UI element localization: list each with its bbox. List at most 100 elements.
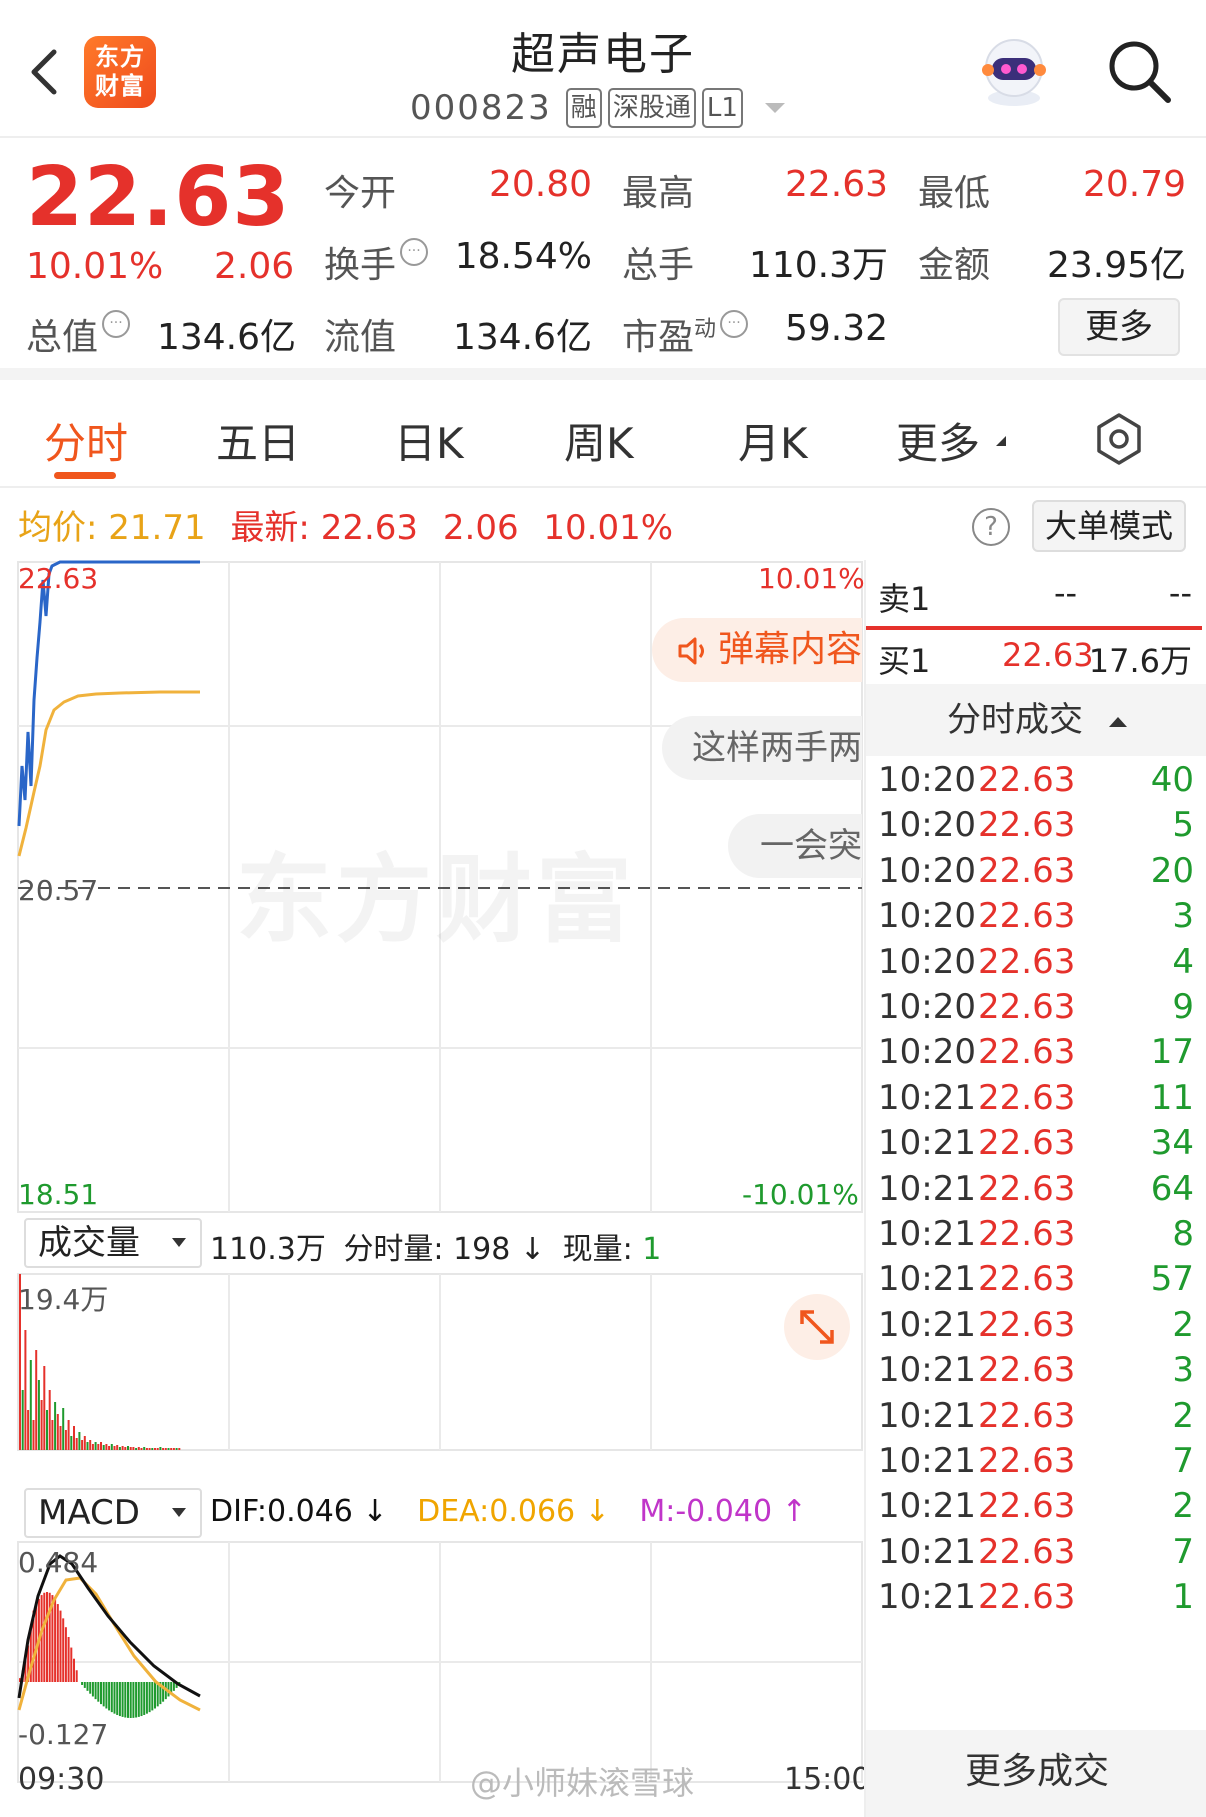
volume-bar: [172, 1448, 175, 1450]
macd-bar: [116, 1682, 119, 1715]
tab-intraday[interactable]: 分时: [44, 410, 128, 471]
settings-button[interactable]: [1092, 412, 1146, 466]
tab-weekly-k[interactable]: 周K: [564, 410, 634, 471]
volume-bar: [67, 1420, 70, 1450]
macd-bar: [73, 1658, 75, 1682]
turnover-label[interactable]: 换手 ···: [324, 236, 429, 288]
latest-price: 22.63: [320, 508, 419, 548]
volume-bar: [143, 1447, 146, 1450]
tab-monthly-k[interactable]: 月K: [738, 410, 808, 471]
trade-price: 22.63: [978, 1259, 1076, 1300]
active-tab-indicator: [54, 472, 116, 479]
volume-bar: [43, 1366, 46, 1450]
low-label: 最低: [918, 173, 991, 214]
search-icon: [1109, 41, 1171, 103]
tab-daily-k[interactable]: 日K: [394, 410, 464, 471]
trade-price: 22.63: [978, 1441, 1076, 1481]
trade-volume: 34: [1150, 1123, 1194, 1164]
more-quote-button[interactable]: 更多: [1058, 298, 1180, 356]
open-label: 今开: [324, 173, 397, 214]
trade-row: 10:20 22.63 17: [878, 1032, 1206, 1084]
macd-bar: [46, 1592, 48, 1682]
trade-time: 10:20: [878, 850, 976, 891]
danmu-toggle[interactable]: 弹幕内容: [652, 618, 862, 682]
weibo-watermark: @小师妹滚雪球: [470, 1764, 695, 1802]
macd-bar: [113, 1682, 116, 1714]
trade-time: 10:21: [878, 1350, 976, 1391]
volume-bar: [116, 1445, 119, 1450]
trade-row: 10:21 22.63 3: [878, 1350, 1206, 1402]
macd-bar: [110, 1682, 113, 1713]
pe-label[interactable]: 市盈动 ···: [622, 308, 749, 360]
indicator-select-macd[interactable]: MACD: [24, 1488, 202, 1538]
market-cap-label[interactable]: 总值 ···: [26, 308, 131, 360]
expand-icon: [800, 1310, 834, 1344]
gear-icon: [1097, 413, 1141, 465]
macd-bar: [56, 1604, 59, 1682]
latest-change-pct: 10.01%: [543, 508, 674, 548]
trade-volume: 57: [1150, 1259, 1194, 1300]
trade-price: 22.63: [978, 1531, 1076, 1572]
trade-price: 22.63: [978, 1577, 1076, 1618]
trade-row: 10:21 22.63 7: [878, 1532, 1206, 1584]
trade-row: 10:20 22.63 3: [878, 896, 1206, 948]
more-info-icon[interactable]: ···: [400, 238, 429, 266]
caret-down-icon[interactable]: [764, 103, 785, 113]
expand-button[interactable]: [784, 1294, 850, 1360]
pe-value: 59.32: [784, 308, 888, 349]
volume-bar: [105, 1444, 108, 1450]
macd-bar: [140, 1682, 143, 1717]
big-order-mode-button[interactable]: 大单模式: [1032, 500, 1186, 552]
trade-price: 22.63: [978, 760, 1076, 800]
pct-axis-bottom: -10.01%: [742, 1178, 859, 1211]
pct-axis-top: 10.01%: [758, 562, 865, 595]
volume-bar: [78, 1432, 81, 1450]
macd-bar: [100, 1682, 102, 1705]
trade-time: 10:21: [878, 1395, 976, 1436]
tab-more[interactable]: 更多: [896, 410, 980, 471]
volume-bar: [29, 1360, 32, 1450]
robot-assistant-icon[interactable]: [976, 30, 1052, 110]
margin-tag: 融: [565, 88, 602, 128]
volume-bar: [89, 1440, 92, 1450]
trade-row: 10:20 22.63 40: [878, 760, 1206, 812]
caret-down-icon: [172, 1238, 186, 1247]
macd-bar: [59, 1610, 62, 1682]
trade-row: 10:20 22.63 4: [878, 942, 1206, 994]
caret-icon: [996, 436, 1006, 446]
macd-bar: [151, 1682, 154, 1711]
volume-bar: [59, 1426, 62, 1450]
trade-row: 10:21 22.63 57: [878, 1259, 1206, 1311]
indicator-select-volume[interactable]: 成交量: [24, 1218, 202, 1268]
trade-time: 10:21: [878, 1577, 976, 1618]
help-icon[interactable]: ?: [972, 508, 1010, 546]
trades-header[interactable]: 分时成交: [866, 684, 1206, 756]
macd-bar: [62, 1618, 65, 1682]
trade-volume: 9: [1172, 987, 1194, 1027]
macd-bar: [83, 1682, 86, 1688]
trade-row: 10:21 22.63 8: [878, 1214, 1206, 1266]
float-cap-label: 流值: [324, 317, 397, 358]
more-trades-button[interactable]: 更多成交: [866, 1730, 1206, 1817]
volume-bar: [113, 1446, 116, 1450]
volume-value: 110.3万: [748, 245, 888, 286]
volume-bar: [175, 1448, 178, 1450]
search-button[interactable]: [1104, 36, 1174, 106]
trade-price: 22.63: [978, 896, 1076, 937]
market-cap-value: 134.6亿: [156, 317, 296, 358]
more-info-icon[interactable]: ···: [102, 310, 131, 338]
trade-volume: 4: [1172, 941, 1194, 982]
volume-bar: [32, 1420, 35, 1450]
trade-time: 10:21: [878, 1486, 976, 1527]
trade-volume: 7: [1172, 1441, 1194, 1481]
macd-bar: [94, 1682, 97, 1700]
stock-code-row[interactable]: 000823 融 深股通 L1: [410, 86, 785, 130]
tab-five-day[interactable]: 五日: [216, 410, 300, 471]
volume-bar: [132, 1447, 135, 1450]
volume-bar: [124, 1447, 127, 1450]
trade-price: 22.63: [978, 987, 1076, 1027]
high-label: 最高: [622, 173, 695, 214]
volume-bar: [164, 1448, 167, 1450]
trade-time: 10:20: [878, 941, 976, 982]
trade-price: 22.63: [978, 1168, 1076, 1209]
